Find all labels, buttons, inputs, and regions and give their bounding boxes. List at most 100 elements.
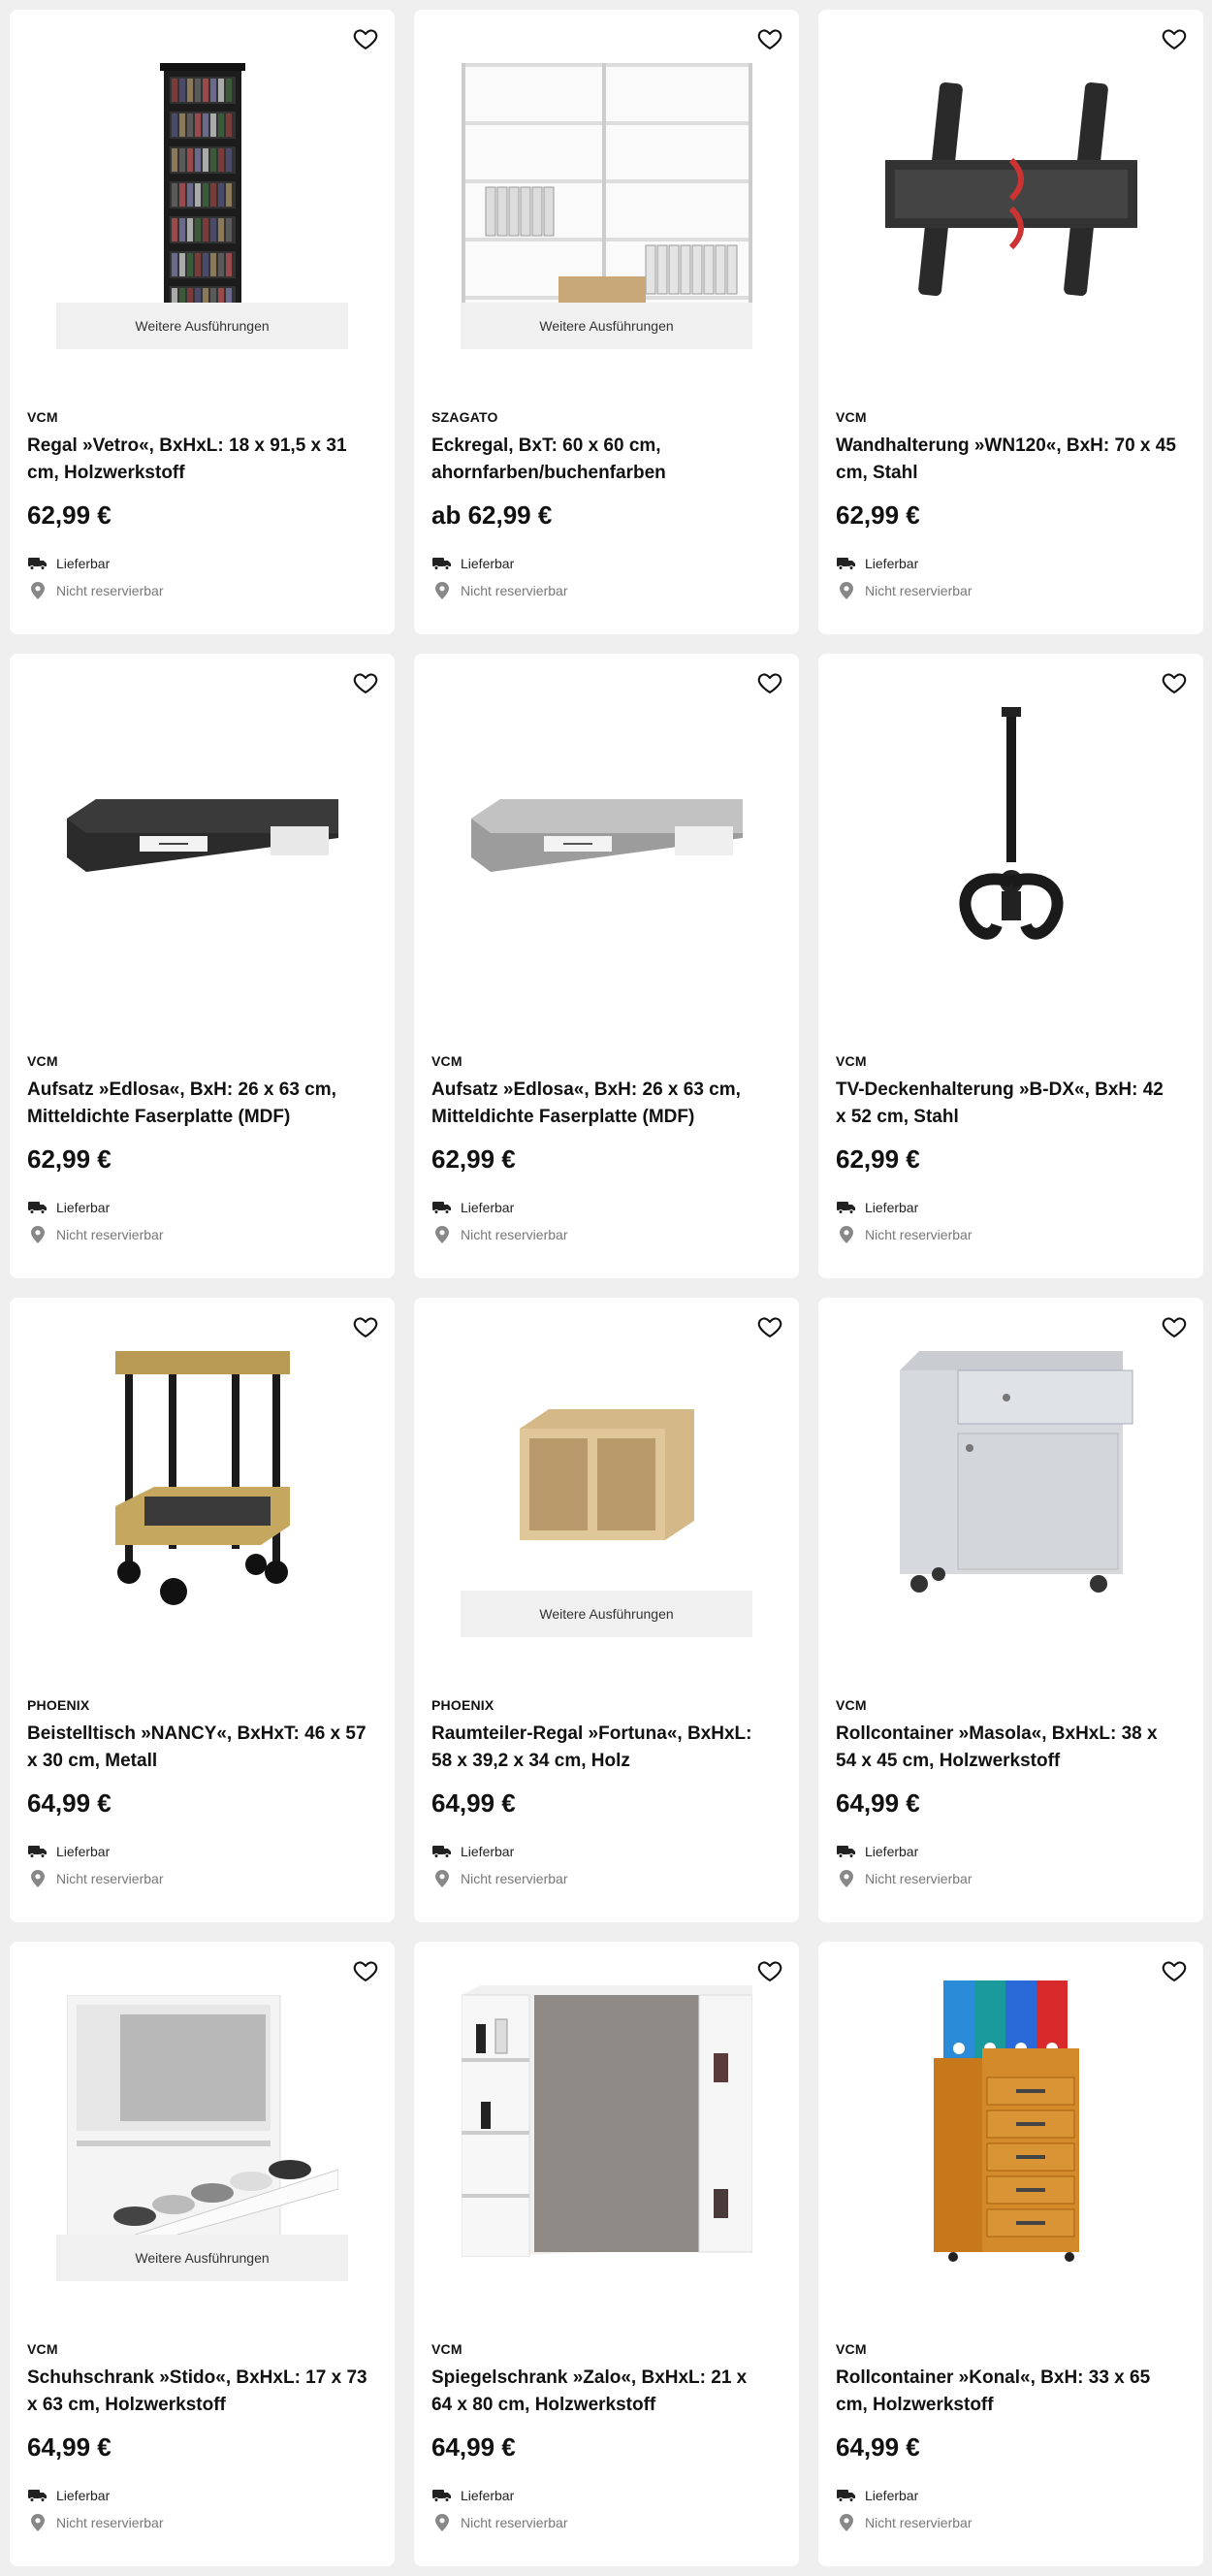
availability-label: Lieferbar	[865, 1844, 919, 1859]
favorite-heart-icon[interactable]	[352, 669, 379, 696]
product-card[interactable]: Weitere Ausführungen PHOENIX Raumteiler-…	[414, 1298, 799, 1922]
favorite-heart-icon[interactable]	[1161, 669, 1188, 696]
product-card[interactable]: VCM TV-Deckenhalterung »B-DX«, BxH: 42 x…	[818, 654, 1203, 1278]
truck-icon	[431, 1199, 453, 1216]
product-image[interactable]	[10, 654, 395, 1013]
product-price: ab 62,99 €	[431, 500, 553, 530]
product-price: 64,99 €	[431, 1788, 516, 1818]
product-title[interactable]: Schuhschrank »Stido«, BxHxL: 17 x 73 x 6…	[27, 2365, 367, 2419]
favorite-heart-icon[interactable]	[756, 669, 783, 696]
product-title[interactable]: Aufsatz »Edlosa«, BxH: 26 x 63 cm, Mitte…	[431, 1077, 772, 1131]
availability-label: Lieferbar	[56, 556, 111, 571]
product-price: 62,99 €	[836, 1144, 920, 1174]
product-title[interactable]: Regal »Vetro«, BxHxL: 18 x 91,5 x 31 cm,…	[27, 433, 367, 487]
product-brand: VCM	[27, 2341, 58, 2357]
product-image[interactable]	[818, 1942, 1203, 2301]
favorite-heart-icon[interactable]	[352, 25, 379, 52]
availability-label: Lieferbar	[461, 556, 515, 571]
truck-icon	[27, 2487, 48, 2504]
product-card[interactable]: Weitere Ausführungen SZAGATO Eckregal, B…	[414, 10, 799, 634]
product-title[interactable]: Raumteiler-Regal »Fortuna«, BxHxL: 58 x …	[431, 1721, 772, 1775]
product-image[interactable]	[10, 1298, 395, 1657]
reservation-label: Nicht reservierbar	[865, 1871, 973, 1886]
product-price: 64,99 €	[27, 1788, 112, 1818]
product-price: 64,99 €	[27, 2432, 112, 2462]
more-variants-button[interactable]: Weitere Ausführungen	[56, 2235, 348, 2281]
favorite-heart-icon[interactable]	[352, 1313, 379, 1340]
product-title[interactable]: Rollcontainer »Konal«, BxH: 33 x 65 cm, …	[836, 2365, 1176, 2419]
product-card[interactable]: VCM Aufsatz »Edlosa«, BxH: 26 x 63 cm, M…	[414, 654, 799, 1278]
truck-icon	[836, 1199, 857, 1216]
availability-row: Lieferbar	[836, 2487, 918, 2504]
product-image[interactable]	[818, 10, 1203, 369]
product-brand: VCM	[836, 1053, 867, 1069]
product-card[interactable]: Weitere Ausführungen VCM Regal »Vetro«, …	[10, 10, 395, 634]
truck-icon	[27, 1199, 48, 1216]
more-variants-button[interactable]: Weitere Ausführungen	[461, 303, 752, 349]
reservation-row: Nicht reservierbar	[836, 582, 972, 599]
product-card[interactable]: VCM Aufsatz »Edlosa«, BxH: 26 x 63 cm, M…	[10, 654, 395, 1278]
product-card[interactable]: PHOENIX Beistelltisch »NANCY«, BxHxT: 46…	[10, 1298, 395, 1922]
product-card[interactable]: VCM Rollcontainer »Konal«, BxH: 33 x 65 …	[818, 1942, 1203, 2566]
map-pin-icon	[27, 1870, 48, 1887]
availability-label: Lieferbar	[865, 1200, 919, 1215]
favorite-heart-icon[interactable]	[352, 1957, 379, 1984]
product-title[interactable]: Beistelltisch »NANCY«, BxHxT: 46 x 57 x …	[27, 1721, 367, 1775]
truck-icon	[27, 555, 48, 572]
product-brand: VCM	[27, 409, 58, 425]
map-pin-icon	[836, 2514, 857, 2531]
product-image[interactable]	[414, 654, 799, 1013]
reservation-label: Nicht reservierbar	[461, 2515, 568, 2530]
more-variants-button[interactable]: Weitere Ausführungen	[461, 1591, 752, 1637]
product-title[interactable]: Wandhalterung »WN120«, BxH: 70 x 45 cm, …	[836, 433, 1176, 487]
product-card[interactable]: VCM Wandhalterung »WN120«, BxH: 70 x 45 …	[818, 10, 1203, 634]
availability-row: Lieferbar	[836, 1843, 918, 1860]
product-brand: VCM	[431, 2341, 462, 2357]
product-image[interactable]	[414, 1942, 799, 2301]
product-image[interactable]	[818, 1298, 1203, 1657]
favorite-heart-icon[interactable]	[1161, 1957, 1188, 1984]
reservation-row: Nicht reservierbar	[836, 1226, 972, 1243]
product-price: 64,99 €	[836, 2432, 920, 2462]
truck-icon	[836, 1843, 857, 1860]
availability-row: Lieferbar	[27, 1199, 110, 1216]
product-price: 62,99 €	[27, 1144, 112, 1174]
favorite-heart-icon[interactable]	[1161, 25, 1188, 52]
reservation-label: Nicht reservierbar	[461, 1871, 568, 1886]
favorite-heart-icon[interactable]	[756, 1313, 783, 1340]
product-title[interactable]: TV-Deckenhalterung »B-DX«, BxH: 42 x 52 …	[836, 1077, 1176, 1131]
map-pin-icon	[431, 582, 453, 599]
truck-icon	[836, 555, 857, 572]
favorite-heart-icon[interactable]	[756, 1957, 783, 1984]
availability-label: Lieferbar	[461, 1844, 515, 1859]
product-brand: PHOENIX	[431, 1697, 494, 1713]
reservation-label: Nicht reservierbar	[461, 583, 568, 598]
favorite-heart-icon[interactable]	[756, 25, 783, 52]
map-pin-icon	[836, 582, 857, 599]
availability-row: Lieferbar	[27, 555, 110, 572]
product-brand: VCM	[431, 1053, 462, 1069]
product-title[interactable]: Rollcontainer »Masola«, BxHxL: 38 x 54 x…	[836, 1721, 1176, 1775]
reservation-row: Nicht reservierbar	[431, 1870, 567, 1887]
product-grid: Weitere Ausführungen VCM Regal »Vetro«, …	[10, 10, 1203, 2566]
reservation-row: Nicht reservierbar	[431, 1226, 567, 1243]
product-title[interactable]: Spiegelschrank »Zalo«, BxHxL: 21 x 64 x …	[431, 2365, 772, 2419]
favorite-heart-icon[interactable]	[1161, 1313, 1188, 1340]
product-brand: PHOENIX	[27, 1697, 90, 1713]
product-image[interactable]	[818, 654, 1203, 1013]
product-card[interactable]: VCM Rollcontainer »Masola«, BxHxL: 38 x …	[818, 1298, 1203, 1922]
availability-row: Lieferbar	[27, 2487, 110, 2504]
product-card[interactable]: VCM Spiegelschrank »Zalo«, BxHxL: 21 x 6…	[414, 1942, 799, 2566]
truck-icon	[836, 2487, 857, 2504]
reservation-label: Nicht reservierbar	[56, 1871, 164, 1886]
product-card[interactable]: Weitere Ausführungen VCM Schuhschrank »S…	[10, 1942, 395, 2566]
map-pin-icon	[836, 1870, 857, 1887]
reservation-row: Nicht reservierbar	[431, 582, 567, 599]
product-title[interactable]: Aufsatz »Edlosa«, BxH: 26 x 63 cm, Mitte…	[27, 1077, 367, 1131]
product-price: 64,99 €	[431, 2432, 516, 2462]
product-title[interactable]: Eckregal, BxT: 60 x 60 cm, ahornfarben/b…	[431, 433, 772, 487]
more-variants-button[interactable]: Weitere Ausführungen	[56, 303, 348, 349]
availability-row: Lieferbar	[836, 1199, 918, 1216]
availability-label: Lieferbar	[461, 2488, 515, 2503]
availability-row: Lieferbar	[431, 1199, 514, 1216]
